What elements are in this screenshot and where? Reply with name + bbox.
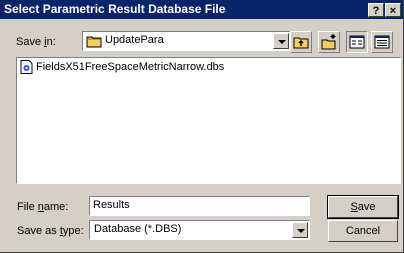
title-bar[interactable]: Select Parametric Result Database File ?…	[0, 0, 403, 19]
save-in-dropdown-arrow[interactable]	[273, 33, 289, 49]
cancel-button[interactable]: Cancel	[328, 220, 398, 242]
new-folder-icon	[321, 34, 336, 50]
file-list[interactable]: FieldsX51FreeSpaceMetricNarrow.dbs	[16, 57, 401, 184]
database-file-icon	[20, 60, 33, 74]
new-folder-button[interactable]	[318, 31, 340, 53]
save-in-value: UpdatePara	[105, 34, 164, 46]
details-view-icon	[374, 35, 390, 49]
up-one-level-button[interactable]	[290, 31, 312, 53]
save-button[interactable]: Save	[327, 195, 399, 219]
save-in-label: Save in:	[16, 36, 56, 48]
save-in-dropdown[interactable]: UpdatePara	[82, 31, 291, 51]
list-view-button[interactable]	[346, 31, 368, 53]
save-dialog: Select Parametric Result Database File ?…	[0, 0, 404, 253]
details-view-button[interactable]	[371, 31, 393, 53]
help-button[interactable]: ?	[368, 3, 384, 17]
save-as-type-dropdown[interactable]: Database (*.DBS)	[89, 220, 310, 240]
window-title: Select Parametric Result Database File	[4, 2, 226, 16]
save-as-type-dropdown-arrow[interactable]	[292, 222, 308, 238]
file-name-label: File name:	[17, 201, 69, 213]
save-as-type-value: Database (*.DBS)	[94, 223, 182, 235]
file-name: FieldsX51FreeSpaceMetricNarrow.dbs	[36, 61, 225, 73]
up-folder-icon	[293, 37, 309, 49]
list-view-icon	[349, 35, 365, 49]
close-button[interactable]: ×	[385, 3, 401, 17]
save-as-type-label: Save as type:	[17, 225, 84, 237]
folder-icon	[86, 36, 102, 48]
file-name-input[interactable]: Results	[89, 196, 310, 216]
file-name-value: Results	[93, 199, 130, 211]
